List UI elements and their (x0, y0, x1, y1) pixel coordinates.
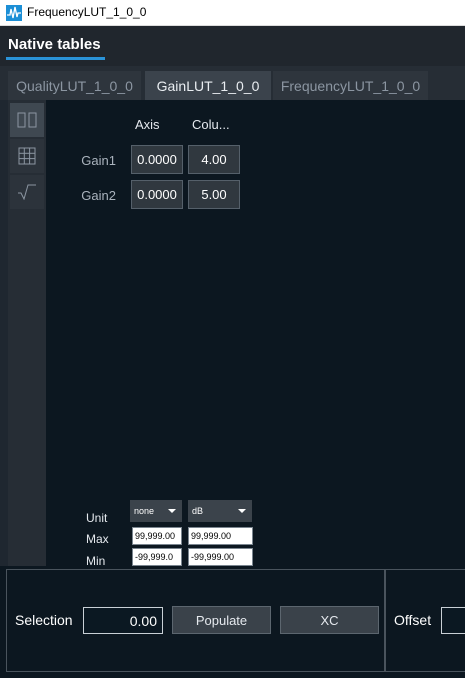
axis-cell[interactable]: 0.0000 (131, 145, 183, 174)
column-min-input[interactable]: -99,999.00 (188, 548, 253, 566)
chevron-down-icon (238, 509, 246, 513)
column-header-axis: Axis (135, 117, 160, 132)
tab-gainlut[interactable]: GainLUT_1_0_0 (145, 71, 271, 100)
axis-max-input[interactable]: 99,999.00 (132, 527, 182, 545)
tab-bar: QualityLUT_1_0_0 GainLUT_1_0_0 Frequency… (0, 66, 465, 100)
value-cell[interactable]: 4.00 (188, 145, 240, 174)
column-unit-value: dB (192, 506, 204, 516)
max-label: Max (86, 532, 109, 546)
window-titlebar: FrequencyLUT_1_0_0 (0, 0, 465, 26)
offset-label: Offset (394, 612, 432, 628)
grid-icon (18, 147, 36, 165)
window-title: FrequencyLUT_1_0_0 (27, 5, 147, 19)
selection-panel: Selection 0.00 Populate XC Offset (0, 566, 465, 678)
divider (6, 569, 465, 570)
selection-value-input[interactable]: 0.00 (83, 607, 163, 634)
axis-cell[interactable]: 0.0000 (131, 180, 183, 209)
divider (6, 569, 7, 672)
value-cell[interactable]: 5.00 (188, 180, 240, 209)
divider (6, 671, 465, 672)
table-view-button[interactable] (10, 139, 44, 173)
split-columns-icon (17, 112, 37, 128)
populate-button[interactable]: Populate (172, 606, 271, 634)
axis-unit-dropdown[interactable]: none (130, 500, 182, 522)
divider (384, 570, 386, 672)
sqrt-icon (18, 184, 36, 200)
title-underline (6, 57, 105, 60)
chevron-down-icon (168, 509, 176, 513)
row-label-gain2: Gain2 (81, 188, 116, 203)
column-header-column: Colu... (192, 117, 230, 132)
view-sidebar (8, 100, 46, 566)
axis-unit-value: none (134, 506, 155, 516)
split-view-button[interactable] (10, 103, 44, 137)
offset-input[interactable] (441, 607, 465, 634)
unit-label: Unit (86, 511, 108, 525)
app-icon (6, 5, 22, 21)
page-title: Native tables (8, 36, 101, 53)
selection-label: Selection (15, 612, 73, 628)
xc-button[interactable]: XC (280, 606, 379, 634)
column-unit-dropdown[interactable]: dB (188, 500, 252, 522)
tab-frequencylut[interactable]: FrequencyLUT_1_0_0 (273, 71, 428, 100)
table-editor: Axis Colu... Gain1 0.0000 4.00 Gain2 0.0… (46, 100, 465, 568)
row-label-gain1: Gain1 (81, 153, 116, 168)
tab-qualitylut[interactable]: QualityLUT_1_0_0 (8, 71, 141, 100)
column-max-input[interactable]: 99,999.00 (188, 527, 253, 545)
axis-min-input[interactable]: -99,999.0 (132, 548, 182, 566)
native-tables-header: Native tables (0, 26, 465, 66)
formula-view-button[interactable] (10, 175, 44, 209)
